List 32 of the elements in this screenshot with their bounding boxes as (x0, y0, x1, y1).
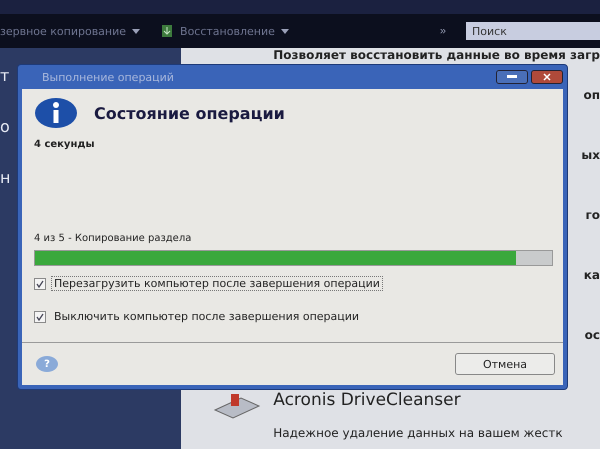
sidebar-item-text: н (0, 168, 12, 187)
description-text: Позволяет восстановить данные во время загр (272, 48, 600, 62)
window-title: Выполнение операций (42, 70, 174, 84)
tool-description: Надежное удаление данных на вашем жестк (273, 426, 563, 440)
close-button[interactable] (531, 70, 563, 84)
content-text: ос (584, 328, 600, 342)
minimize-icon (507, 75, 517, 79)
info-icon (34, 97, 78, 129)
sidebar-item-text: о (0, 117, 11, 136)
content-text: го (585, 208, 600, 222)
content-text: ка (584, 268, 600, 282)
close-icon (543, 73, 551, 81)
checkbox[interactable] (34, 278, 46, 290)
caret-icon (132, 28, 140, 34)
search-field[interactable]: Поиск (466, 22, 600, 40)
download-icon (160, 24, 174, 38)
tool-name[interactable]: Acronis DriveCleanser (273, 390, 563, 420)
checkbox[interactable] (34, 310, 46, 322)
content-text: ых (581, 148, 600, 162)
toolbar-menu-button[interactable]: зервное копирование (0, 24, 146, 38)
sidebar-item-text: т (0, 66, 10, 85)
content-text: оп (583, 88, 600, 102)
step-status: 4 из 5 - Копирование раздела (34, 233, 192, 244)
caret-icon (280, 28, 289, 34)
checkbox-label[interactable]: Выключить компьютер после завершения операции (51, 309, 362, 324)
more-button[interactable]: » (434, 24, 452, 38)
elapsed-time: 4 секунды (34, 139, 96, 150)
cancel-button[interactable]: Отмена (455, 353, 555, 375)
toolbar-menu-button[interactable]: Восстановление (160, 24, 295, 38)
minimize-button[interactable] (496, 70, 528, 84)
checkbox-label[interactable]: Перезагрузить компьютер после завершения операции (51, 276, 383, 291)
dialog-heading: Состояние операции (94, 104, 285, 122)
